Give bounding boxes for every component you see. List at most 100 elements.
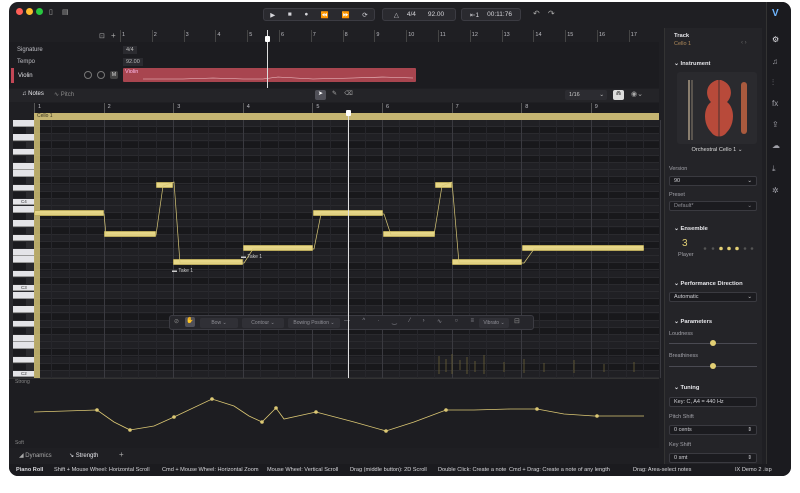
editor-playhead[interactable]: [348, 113, 349, 378]
black-key[interactable]: [13, 141, 26, 149]
black-key[interactable]: [13, 127, 26, 134]
white-key[interactable]: [13, 320, 34, 328]
redo-icon[interactable]: ↷: [548, 9, 555, 18]
project-name[interactable]: IX Demo 2 .isp: [735, 464, 772, 476]
accent-icon[interactable]: ›: [423, 318, 425, 325]
white-key[interactable]: [13, 292, 34, 299]
more-icon[interactable]: ⊟: [514, 317, 520, 325]
chord-icon[interactable]: ≡: [470, 318, 474, 325]
top-playhead-handle[interactable]: [265, 36, 270, 42]
instrument-image[interactable]: [677, 72, 757, 144]
music-icon[interactable]: ♫: [772, 57, 778, 66]
white-key[interactable]: [13, 184, 34, 192]
loop-marker-icon[interactable]: ⇤1: [470, 11, 479, 19]
white-key[interactable]: [13, 342, 34, 349]
stepper-icon[interactable]: ⇕: [747, 454, 752, 463]
white-key[interactable]: [13, 270, 34, 278]
breathiness-thumb[interactable]: [710, 363, 716, 369]
cloud-icon[interactable]: ☁: [772, 141, 780, 150]
quantize-select[interactable]: 1/16 ⌄: [565, 90, 607, 100]
marcato-icon[interactable]: ^: [362, 318, 365, 325]
ensemble-slider[interactable]: [702, 246, 754, 251]
record-icon[interactable]: ●: [304, 11, 308, 18]
tenuto-icon[interactable]: —: [344, 318, 350, 325]
tab-strength[interactable]: ↘ Strength: [69, 452, 98, 459]
black-key[interactable]: [13, 327, 26, 335]
bowing-position-select[interactable]: Bowing Position ⌄: [288, 318, 340, 328]
black-key[interactable]: [13, 227, 26, 235]
metronome-icon[interactable]: △: [394, 11, 399, 19]
black-key[interactable]: [13, 349, 26, 356]
add-automation-button[interactable]: +: [119, 450, 124, 459]
inspector-icon[interactable]: ⚙: [772, 35, 779, 44]
instrument-clip[interactable]: Violin: [123, 68, 416, 82]
tab-notes[interactable]: ♫ Notes: [22, 91, 44, 97]
piano-keyboard[interactable]: C4 C3 C2: [9, 120, 34, 378]
performance-direction-select[interactable]: Automatic ⌄: [669, 292, 757, 302]
white-key[interactable]: [13, 206, 34, 213]
close-window-button[interactable]: [16, 8, 23, 15]
metronome-tempo-box[interactable]: △ 4/4 92.00: [382, 8, 456, 21]
magnet-icon[interactable]: ⋒: [613, 90, 624, 100]
download-icon[interactable]: ⤓: [772, 164, 776, 174]
black-key[interactable]: [13, 191, 26, 199]
loop-icon[interactable]: ⟳: [362, 11, 367, 19]
black-key[interactable]: [13, 155, 26, 163]
add-track-icon[interactable]: ⊡: [99, 32, 105, 40]
undo-icon[interactable]: ↶: [533, 9, 540, 18]
white-key[interactable]: [13, 249, 34, 256]
preset-select[interactable]: Default* ⌄: [669, 201, 757, 211]
sidebar-toggle-icon[interactable]: ▯: [49, 8, 53, 16]
harmonic-icon[interactable]: ○: [454, 318, 458, 325]
minimize-window-button[interactable]: [26, 8, 33, 15]
legato-icon[interactable]: ‿: [392, 318, 397, 325]
settings-icon[interactable]: ✲: [772, 186, 779, 195]
tempo-track-value[interactable]: 92.00: [123, 58, 143, 66]
pencil-tool-icon[interactable]: ✎: [329, 90, 340, 100]
white-key[interactable]: [13, 220, 34, 227]
black-key[interactable]: [13, 277, 26, 285]
timeline-ruler[interactable]: 1 2 3 4 5 6 7 8 9 10 11 12 13 14 15 16 17: [120, 30, 659, 42]
vibrato-select[interactable]: Vibrato ⌄: [479, 318, 509, 328]
white-key[interactable]: [13, 134, 34, 141]
forward-icon[interactable]: ⏩: [342, 11, 350, 19]
loudness-thumb[interactable]: [710, 340, 716, 346]
black-key[interactable]: [13, 213, 26, 220]
signature-value[interactable]: 4/4: [123, 46, 137, 54]
white-key[interactable]: [13, 306, 34, 313]
slide-icon[interactable]: ⁄: [409, 318, 410, 325]
lock-icon[interactable]: ⊘: [174, 318, 179, 325]
black-key[interactable]: [13, 263, 26, 270]
white-key[interactable]: [13, 256, 34, 263]
export-icon[interactable]: ⇪: [772, 120, 779, 129]
visibility-icon[interactable]: ◉⌄: [631, 90, 643, 98]
instrument-select[interactable]: Orchestral Cello 1 ⌄: [677, 147, 757, 153]
white-key[interactable]: [13, 170, 34, 177]
key-shift-stepper[interactable]: 0 smt ⇕: [669, 453, 757, 463]
hand-icon[interactable]: ✋: [185, 317, 195, 327]
white-key[interactable]: [13, 120, 34, 127]
stop-icon[interactable]: ■: [288, 11, 292, 18]
white-key[interactable]: [13, 163, 34, 170]
volume-knob[interactable]: [84, 71, 92, 79]
black-key[interactable]: [13, 363, 26, 371]
white-key[interactable]: [13, 356, 34, 364]
mute-button[interactable]: M: [110, 71, 118, 79]
black-key[interactable]: [13, 313, 26, 321]
bow-select[interactable]: Bow ⌄: [200, 318, 238, 328]
black-key[interactable]: [13, 299, 26, 306]
stepper-icon[interactable]: ⇕: [747, 426, 752, 435]
tempo-value[interactable]: 92.00: [428, 11, 444, 18]
zoom-window-button[interactable]: [36, 8, 43, 15]
play-icon[interactable]: ▶: [270, 11, 275, 19]
black-key[interactable]: [13, 177, 26, 184]
file-icon[interactable]: ▤: [62, 8, 69, 16]
rewind-icon[interactable]: ⏪: [321, 11, 329, 19]
eraser-tool-icon[interactable]: ⌫: [343, 90, 354, 100]
plus-icon[interactable]: +: [111, 31, 116, 40]
version-select[interactable]: 90 ⌄: [669, 176, 757, 186]
black-key[interactable]: [13, 241, 26, 249]
pitch-shift-stepper[interactable]: 0 cents ⇕: [669, 425, 757, 435]
mixer-icon[interactable]: ⫶: [772, 78, 774, 88]
pan-knob[interactable]: [97, 71, 105, 79]
